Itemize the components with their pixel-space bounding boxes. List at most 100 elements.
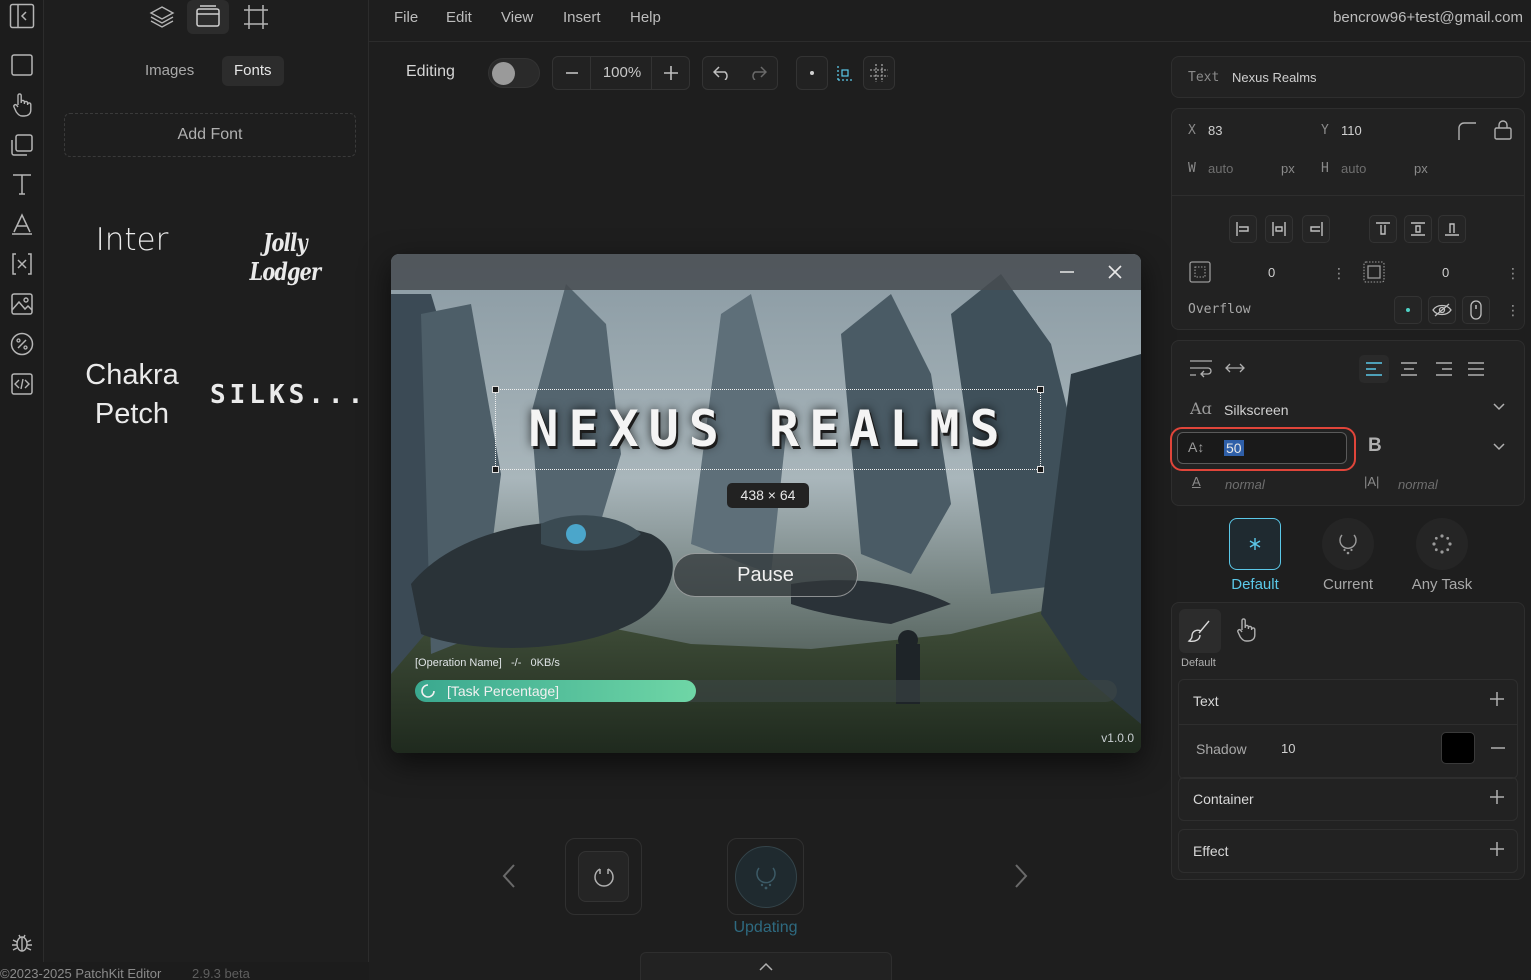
w-unit[interactable]: px	[1281, 161, 1295, 176]
align-left-icon[interactable]	[1229, 215, 1257, 243]
text-align-center-icon[interactable]	[1394, 355, 1424, 383]
state-default-button[interactable]	[1229, 518, 1281, 570]
padding-input[interactable]: 0	[1268, 265, 1275, 280]
align-right-icon[interactable]	[1302, 215, 1330, 243]
zoom-level[interactable]: 100%	[591, 64, 653, 81]
code-tool-icon[interactable]	[8, 370, 36, 398]
effect-style-section: Effect	[1178, 829, 1518, 873]
expand-timeline-button[interactable]	[640, 952, 892, 980]
chevron-left-icon[interactable]	[498, 862, 520, 890]
x-input[interactable]: 83	[1208, 123, 1222, 138]
resize-handle[interactable]	[492, 466, 499, 473]
bold-button[interactable]: B	[1368, 435, 1382, 457]
shadow-value-input[interactable]: 10	[1281, 741, 1295, 756]
y-input[interactable]: 110	[1341, 123, 1362, 138]
layers-icon[interactable]	[141, 0, 183, 34]
corner-radius-icon[interactable]	[1456, 120, 1478, 142]
selected-text-element[interactable]: NEXUS REALMS	[492, 386, 1044, 473]
state-tile-updating[interactable]	[727, 838, 804, 915]
state-tile-idle[interactable]	[565, 838, 642, 915]
chevron-right-icon[interactable]	[1010, 862, 1032, 890]
chevron-down-icon[interactable]	[1492, 402, 1506, 412]
overflow-more-icon[interactable]: ⋮	[1506, 302, 1520, 319]
state-any-task-button[interactable]	[1416, 518, 1468, 570]
pause-button[interactable]: Pause	[673, 553, 858, 597]
align-center-h-icon[interactable]	[1265, 215, 1293, 243]
percentage-tool-icon[interactable]	[8, 330, 36, 358]
add-font-button[interactable]: Add Font	[64, 113, 356, 157]
redo-button[interactable]	[739, 57, 777, 89]
menu-edit[interactable]: Edit	[446, 9, 472, 26]
resize-handle[interactable]	[1037, 466, 1044, 473]
w-input[interactable]: auto	[1208, 161, 1233, 176]
zoom-in-button[interactable]	[651, 57, 689, 89]
add-container-style-icon[interactable]	[1489, 789, 1505, 805]
user-email[interactable]: bencrow96+test@gmail.com	[1333, 9, 1523, 26]
container-tool-icon[interactable]	[8, 131, 36, 159]
image-tool-icon[interactable]	[8, 290, 36, 318]
add-effect-icon[interactable]	[1489, 841, 1505, 857]
hover-hand-icon[interactable]	[1234, 617, 1258, 643]
padding-more-icon[interactable]: ⋮	[1332, 265, 1346, 282]
font-weight-chevron-icon[interactable]	[1492, 442, 1506, 452]
paint-brush-icon[interactable]	[1179, 609, 1221, 653]
minimize-icon[interactable]	[1057, 262, 1077, 282]
frame-crop-icon[interactable]	[235, 0, 277, 34]
assets-archive-icon[interactable]	[187, 0, 229, 34]
menu-help[interactable]: Help	[630, 9, 661, 26]
zoom-out-button[interactable]	[553, 57, 591, 89]
remove-shadow-icon[interactable]	[1491, 747, 1505, 749]
add-text-style-icon[interactable]	[1489, 691, 1505, 707]
menu-file[interactable]: File	[394, 9, 418, 26]
h-input[interactable]: auto	[1341, 161, 1366, 176]
grid-snap-button[interactable]	[863, 56, 895, 90]
tab-images[interactable]: Images	[133, 56, 206, 86]
font-tile-silkscreen[interactable]: SILKS...	[210, 380, 363, 410]
text-wrap-icon[interactable]	[1188, 357, 1214, 379]
bug-icon[interactable]	[8, 928, 36, 956]
resize-handle[interactable]	[1037, 386, 1044, 393]
collapse-sidebar-icon[interactable]	[8, 2, 36, 30]
overflow-scroll-icon[interactable]	[1462, 296, 1490, 324]
undo-button[interactable]	[703, 57, 741, 89]
menu-insert[interactable]: Insert	[563, 9, 601, 26]
font-size-input[interactable]: A↕ 50	[1177, 432, 1347, 464]
margin-more-icon[interactable]: ⋮	[1506, 265, 1520, 282]
align-bottom-icon[interactable]	[1438, 215, 1466, 243]
font-tile-inter[interactable]: Inter	[57, 222, 207, 258]
state-current-button[interactable]	[1322, 518, 1374, 570]
text-content-field[interactable]: Text Nexus Realms	[1171, 56, 1525, 98]
margin-input[interactable]: 0	[1442, 265, 1449, 280]
font-tool-icon[interactable]	[8, 210, 36, 238]
text-align-right-icon[interactable]	[1429, 355, 1459, 383]
text-field-value[interactable]: Nexus Realms	[1232, 70, 1317, 85]
text-justify-icon[interactable]	[1461, 355, 1491, 383]
snap-guides-icon[interactable]	[834, 62, 856, 84]
variable-tool-icon[interactable]	[8, 250, 36, 278]
overflow-visible-button[interactable]	[1394, 296, 1422, 324]
font-family-select[interactable]: Silkscreen	[1224, 402, 1289, 418]
overflow-hidden-icon[interactable]	[1428, 296, 1456, 324]
line-height-input[interactable]: normal	[1398, 477, 1438, 492]
snap-point-button[interactable]	[796, 56, 828, 90]
no-wrap-icon[interactable]	[1224, 358, 1246, 378]
h-unit[interactable]: px	[1414, 161, 1428, 176]
editing-toggle[interactable]	[488, 58, 540, 88]
close-icon[interactable]	[1105, 262, 1125, 282]
align-top-icon[interactable]	[1369, 215, 1397, 243]
font-tile-jolly-lodger[interactable]: Jolly Lodger	[225, 228, 345, 286]
dot-icon	[810, 71, 814, 75]
menu-view[interactable]: View	[501, 9, 533, 26]
shadow-color-swatch[interactable]	[1441, 732, 1475, 764]
font-tile-chakra-petch[interactable]: Chakra Petch	[57, 356, 207, 434]
letter-spacing-input[interactable]: normal	[1225, 477, 1265, 492]
font-size-value[interactable]: 50	[1224, 440, 1244, 456]
lock-position-icon[interactable]	[1492, 119, 1514, 141]
rectangle-tool-icon[interactable]	[8, 51, 36, 79]
text-tool-icon[interactable]	[8, 170, 36, 198]
resize-handle[interactable]	[492, 386, 499, 393]
align-middle-icon[interactable]	[1404, 215, 1432, 243]
hand-pointer-icon[interactable]	[8, 91, 36, 119]
text-align-left-icon[interactable]	[1359, 355, 1389, 383]
tab-fonts[interactable]: Fonts	[222, 56, 284, 86]
